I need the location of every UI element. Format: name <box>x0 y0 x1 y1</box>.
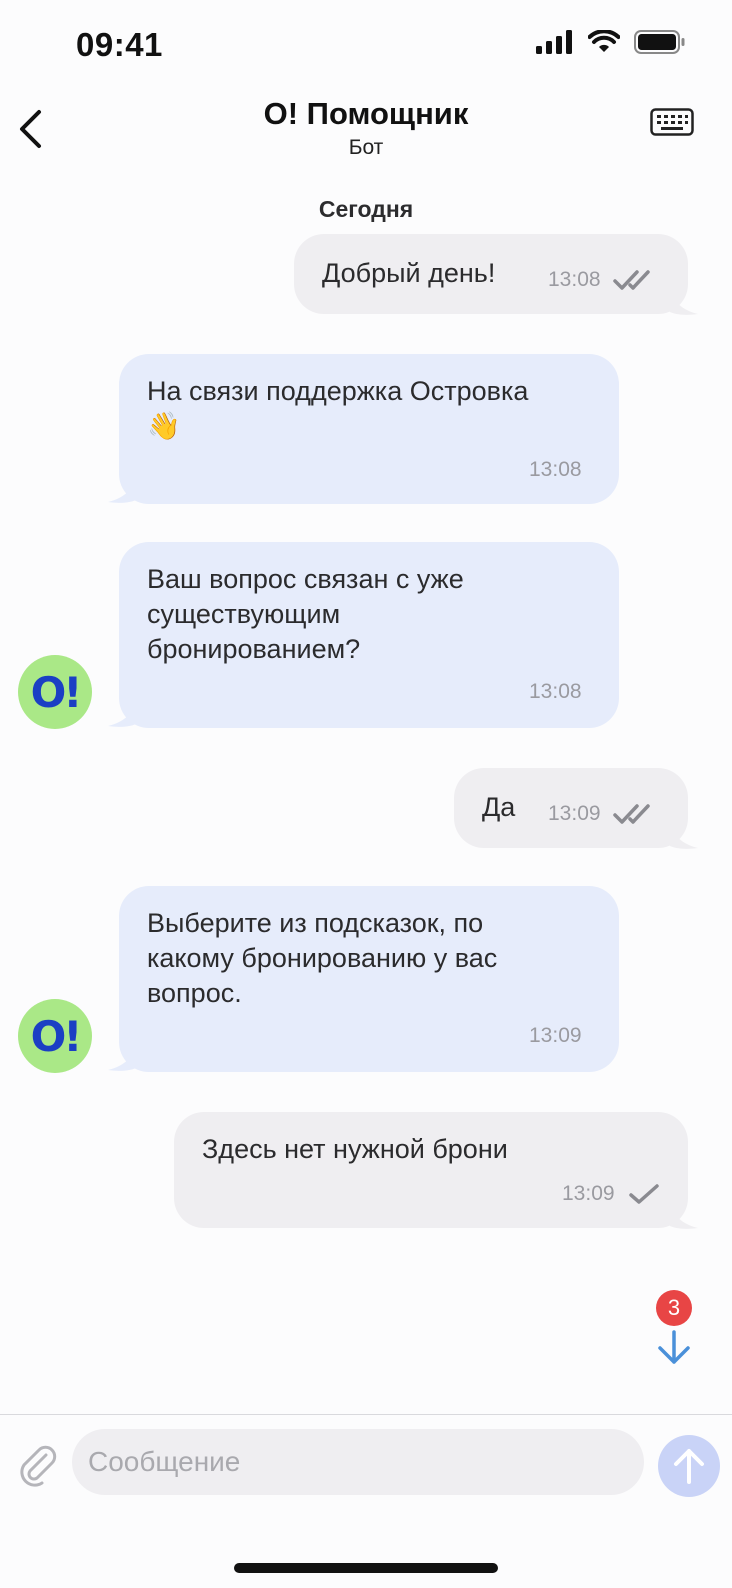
message-incoming[interactable]: На связи поддержка Островка 👋 13:08 <box>119 354 619 504</box>
bubble-tail <box>108 702 136 727</box>
status-time: 09:41 <box>76 26 163 63</box>
bubble-tail <box>108 1046 136 1071</box>
bubble-tail <box>670 290 698 315</box>
bot-avatar[interactable]: O! <box>18 655 92 729</box>
home-indicator <box>234 1563 498 1573</box>
message-meta: 13:08 <box>548 262 659 297</box>
unread-badge: 3 <box>656 1290 692 1326</box>
avatar-logo: O! <box>30 1011 83 1061</box>
status-bar: 09:41 <box>0 0 732 90</box>
message-line: вопрос. <box>147 978 242 1008</box>
message-line: какому бронированию у вас <box>147 943 498 973</box>
message-text: На связи поддержка Островка 👋 <box>147 374 528 444</box>
attach-button[interactable] <box>16 1443 60 1487</box>
keyboard-icon <box>650 108 694 136</box>
chat-header: О! Помощник Бот <box>0 90 732 175</box>
bubble-tail <box>670 824 698 849</box>
chat-subtitle: Бот <box>348 136 384 159</box>
avatar-logo: O! <box>30 667 83 717</box>
bubble-tail <box>670 1204 698 1229</box>
message-outgoing[interactable]: Добрый день! 13:08 <box>294 234 688 314</box>
message-text: Здесь нет нужной брони <box>202 1134 508 1164</box>
message-line: На связи поддержка Островка <box>147 376 529 406</box>
message-text: Добрый день! <box>322 258 496 288</box>
double-check-icon <box>612 803 650 824</box>
message-time: 13:08 <box>529 680 582 703</box>
message-outgoing[interactable]: Да 13:09 <box>454 768 688 848</box>
message-incoming[interactable]: Ваш вопрос связан с уже существующим бро… <box>119 542 619 728</box>
message-meta: 13:08 <box>529 674 582 709</box>
message-text: Ваш вопрос связан с уже существующим бро… <box>147 562 464 667</box>
message-line: бронированием? <box>147 634 361 664</box>
paperclip-icon <box>20 1445 57 1487</box>
arrow-up-icon <box>674 1449 704 1484</box>
message-time: 13:08 <box>548 268 601 291</box>
send-button[interactable] <box>658 1435 720 1497</box>
message-meta: 13:09 <box>562 1176 661 1211</box>
message-meta: 13:09 <box>548 796 659 831</box>
message-time: 13:08 <box>529 458 582 481</box>
message-time: 13:09 <box>529 1024 582 1047</box>
chat-title[interactable]: О! Помощник <box>0 96 732 132</box>
scroll-to-bottom-button[interactable]: 3 <box>654 1290 702 1366</box>
message-line: существующим <box>147 599 341 629</box>
message-text: Выберите из подсказок, по какому брониро… <box>147 906 497 1011</box>
battery-icon <box>634 30 685 54</box>
message-text: Да <box>482 792 516 822</box>
message-composer: Сообщение <box>0 1414 732 1588</box>
message-time: 13:09 <box>562 1182 615 1205</box>
bubble-tail <box>108 478 136 503</box>
message-incoming[interactable]: Выберите из подсказок, по какому брониро… <box>119 886 619 1072</box>
message-input[interactable]: Сообщение <box>72 1429 644 1495</box>
message-line: Ваш вопрос связан с уже <box>147 564 464 594</box>
message-emoji: 👋 <box>147 411 181 441</box>
status-icons <box>536 30 686 54</box>
check-icon <box>628 1183 659 1204</box>
wifi-icon <box>588 30 620 52</box>
keyboard-button[interactable] <box>650 108 694 136</box>
message-line: Выберите из подсказок, по <box>147 908 484 938</box>
message-time: 13:09 <box>548 802 601 825</box>
date-separator: Сегодня <box>318 196 414 222</box>
signal-icon <box>536 30 572 54</box>
arrow-down-icon <box>658 1330 690 1364</box>
message-meta: 13:08 <box>529 452 582 487</box>
message-outgoing[interactable]: Здесь нет нужной брони 13:09 <box>174 1112 688 1228</box>
bot-avatar[interactable]: O! <box>18 999 92 1073</box>
double-check-icon <box>612 269 650 290</box>
message-meta: 13:09 <box>529 1018 582 1053</box>
